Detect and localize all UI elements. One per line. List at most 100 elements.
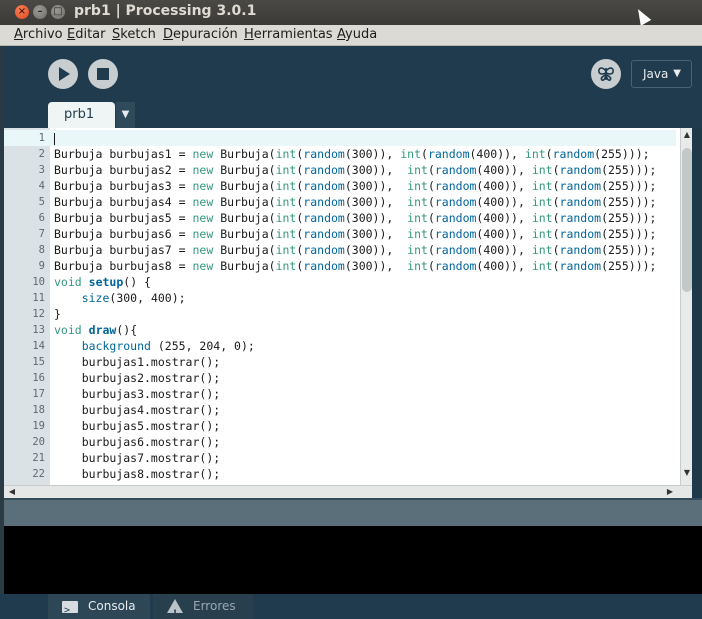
vertical-scrollbar[interactable]: ▲ ▼: [680, 128, 692, 485]
window-title: prb1 | Processing 3.0.1: [74, 3, 257, 19]
code-line[interactable]: 7 Burbuja burbujas6 = new Burbuja(int(ran…: [4, 226, 676, 242]
close-window-button[interactable]: ×: [15, 5, 29, 19]
vertical-scroll-thumb[interactable]: [682, 148, 692, 292]
menu-editar[interactable]: Editar: [67, 27, 106, 42]
code-token: int: [524, 147, 546, 161]
line-number: 17: [32, 388, 45, 400]
code-token: random: [559, 227, 602, 241]
stop-button[interactable]: [88, 59, 118, 89]
tab-console[interactable]: >_ Consola: [48, 594, 150, 619]
maximize-window-button[interactable]: □: [51, 5, 65, 19]
line-number: 8: [38, 244, 45, 256]
code-token: (: [427, 163, 435, 177]
code-editor[interactable]: 1 2 Burbuja burbujas1 = new Burbuja(int(ra…: [4, 128, 692, 485]
code-token: int: [407, 243, 428, 257]
title-bar: × – □ prb1 | Processing 3.0.1: [0, 0, 702, 26]
code-token: int: [531, 211, 553, 225]
code-line[interactable]: 14 background (255, 204, 0);: [4, 338, 676, 354]
line-number: 18: [32, 404, 45, 416]
code-token: random: [434, 243, 477, 257]
code-token: new: [192, 227, 214, 241]
code-line[interactable]: 3 Burbuja burbujas2 = new Burbuja(int(ran…: [4, 162, 676, 178]
code-line[interactable]: 6 Burbuja burbujas5 = new Burbuja(int(ran…: [4, 210, 676, 226]
code-line[interactable]: 16 burbujas2.mostrar();: [4, 370, 676, 386]
code-token: int: [407, 211, 428, 225]
code-text: Burbuja burbujas7 = new Burbuja(int(rand…: [54, 242, 656, 258]
code-line[interactable]: 21 burbujas7.mostrar();: [4, 450, 676, 466]
run-button[interactable]: [48, 59, 78, 89]
code-token: (: [552, 195, 560, 209]
scroll-left-arrow-icon[interactable]: ◀: [6, 486, 18, 498]
code-token: random: [552, 147, 595, 161]
code-token: random: [559, 163, 602, 177]
scroll-down-arrow-icon[interactable]: ▼: [681, 468, 692, 480]
console-output[interactable]: [4, 526, 702, 594]
code-token: (255)));: [601, 259, 657, 273]
tab-prb1[interactable]: prb1: [48, 102, 115, 128]
menu-editar-label: ditar: [75, 27, 106, 42]
code-token: (: [427, 227, 435, 241]
code-token: int: [531, 243, 553, 257]
code-token: int: [531, 227, 553, 241]
code-token: burbujas2.mostrar();: [54, 371, 221, 385]
code-token: random: [434, 179, 477, 193]
code-line[interactable]: 22 burbujas8.mostrar();: [4, 466, 676, 482]
menu-sketch[interactable]: Sketch: [112, 27, 156, 42]
mode-selector[interactable]: Java ▼: [631, 60, 692, 88]
code-token: Burbuja(: [213, 147, 276, 161]
code-token: burbujas6.mostrar();: [54, 435, 221, 449]
code-line[interactable]: 9 Burbuja burbujas8 = new Burbuja(int(ran…: [4, 258, 676, 274]
menu-depuracion[interactable]: Depuración: [163, 27, 238, 42]
code-token: setup: [88, 275, 124, 289]
code-line[interactable]: 11 size(300, 400);: [4, 290, 676, 306]
code-line[interactable]: 19 burbujas5.mostrar();: [4, 418, 676, 434]
code-line[interactable]: 17 burbujas3.mostrar();: [4, 386, 676, 402]
code-token: void: [54, 275, 82, 289]
code-token: (255)));: [601, 195, 657, 209]
menu-ayuda-label: yuda: [345, 27, 378, 42]
debug-button[interactable]: [591, 59, 621, 89]
scroll-up-arrow-icon[interactable]: ▲: [681, 130, 692, 142]
code-token: (: [427, 211, 435, 225]
menu-ayuda[interactable]: Ayuda: [337, 27, 377, 42]
scroll-right-arrow-icon[interactable]: ▶: [664, 486, 676, 498]
code-token: random: [303, 179, 345, 193]
code-line[interactable]: 4 Burbuja burbujas3 = new Burbuja(int(ran…: [4, 178, 676, 194]
menu-herramientas[interactable]: Herramientas: [244, 27, 333, 42]
code-line[interactable]: 12}: [4, 306, 676, 322]
tab-errors[interactable]: ! Errores: [153, 594, 253, 619]
terminal-icon-glyph: >_: [64, 605, 77, 616]
code-token: int: [407, 195, 428, 209]
code-line[interactable]: 1: [4, 130, 676, 146]
code-line[interactable]: 15 burbujas1.mostrar();: [4, 354, 676, 370]
code-text: Burbuja burbujas4 = new Burbuja(int(rand…: [54, 194, 656, 210]
warning-icon-glyph: !: [173, 609, 178, 619]
tab-prb1-label: prb1: [64, 107, 95, 122]
horizontal-scrollbar[interactable]: ◀ ▶: [4, 485, 692, 498]
code-text: Burbuja burbujas5 = new Burbuja(int(rand…: [54, 210, 656, 226]
code-line[interactable]: 10 void setup() {: [4, 274, 676, 290]
tab-console-label: Consola: [88, 599, 136, 613]
menu-archivo[interactable]: Archivo: [14, 27, 63, 42]
code-token: new: [192, 195, 214, 209]
code-token: int: [275, 179, 297, 193]
line-number: 19: [32, 420, 45, 432]
code-token: int: [407, 163, 428, 177]
menu-herramientas-label: erramientas: [253, 27, 333, 42]
code-line[interactable]: 5 Burbuja burbujas4 = new Burbuja(int(ran…: [4, 194, 676, 210]
code-token: (400)),: [469, 147, 525, 161]
code-token: size: [81, 291, 110, 305]
code-token: (: [427, 195, 435, 209]
code-token: (300)),: [344, 227, 408, 241]
code-line[interactable]: 13 void draw(){: [4, 322, 676, 338]
code-line[interactable]: 8 Burbuja burbujas7 = new Burbuja(int(ran…: [4, 242, 676, 258]
minimize-window-button[interactable]: –: [33, 5, 47, 19]
code-line[interactable]: 2 Burbuja burbujas1 = new Burbuja(int(ran…: [4, 146, 676, 162]
code-line[interactable]: 20 burbujas6.mostrar();: [4, 434, 676, 450]
code-line[interactable]: 18 burbujas4.mostrar();: [4, 402, 676, 418]
tab-menu-button[interactable]: ▼: [116, 102, 135, 128]
code-token: (400)),: [476, 227, 532, 241]
code-text: burbujas6.mostrar();: [54, 434, 220, 450]
code-token: Burbuja(: [213, 179, 276, 193]
code-token: new: [192, 211, 214, 225]
